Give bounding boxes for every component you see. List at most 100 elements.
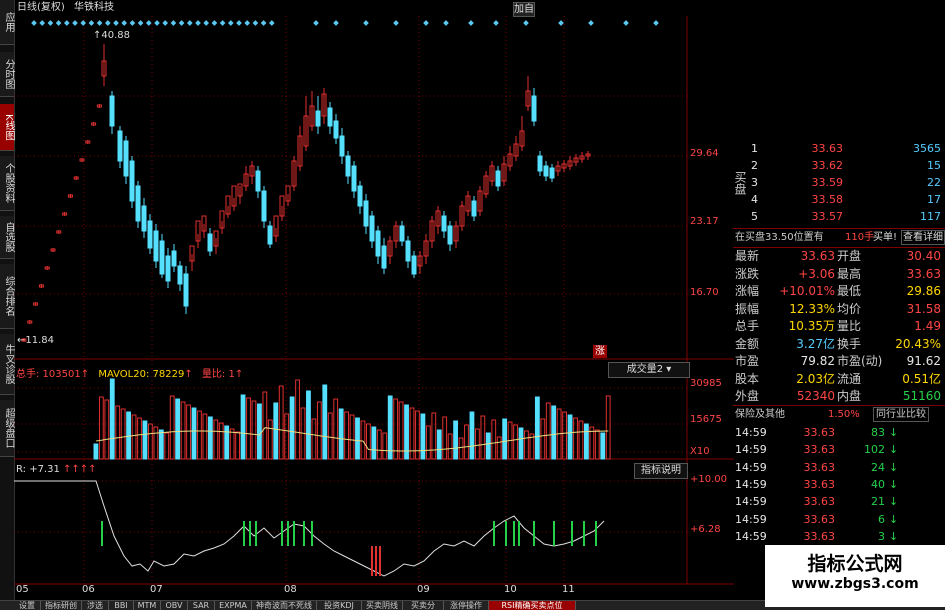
tick-price: 33.63 — [803, 460, 836, 474]
side-tab-intraday[interactable]: 分时图 — [0, 52, 14, 97]
side-tab-ranking[interactable]: 综合排名 — [0, 264, 14, 329]
quote-value: +10.01% — [779, 284, 835, 298]
book-level: 2 — [751, 159, 758, 172]
total-volume-value: 总手: 103501 — [16, 369, 81, 380]
book-volume: 15 — [927, 159, 941, 172]
event-diamond-icon — [443, 20, 449, 26]
volume-bar — [262, 391, 268, 460]
indicator-axis-label-1: +10.00 — [690, 474, 728, 485]
tick-price: 33.63 — [803, 426, 836, 439]
event-diamond-icon — [39, 20, 46, 26]
quote-label: 市盈(动) — [837, 354, 883, 368]
candlestick-series — [21, 44, 591, 342]
volume-bar — [376, 429, 382, 460]
volume-bar — [551, 405, 557, 460]
quote-value: 12.33% — [789, 301, 835, 316]
x-label: 07 — [150, 584, 163, 595]
volume-bar — [513, 424, 518, 460]
side-tab-diagnosis[interactable]: 牛叉诊股 — [0, 334, 14, 395]
book-price: 33.57 — [811, 210, 844, 223]
kline-chart[interactable] — [14, 16, 734, 601]
quote-row: 振幅 12.33% 均价 31.58 — [733, 301, 945, 318]
order-book-row[interactable]: 3 33.59 22 — [733, 174, 945, 191]
side-tab-stock-info[interactable]: 个股资料 — [0, 156, 14, 211]
book-volume: 3565 — [913, 142, 941, 155]
quote-panel: 买盘 1 33.63 3565 2 33.62 15 3 33.59 22 4 33.58 17 5 33… — [733, 140, 945, 600]
side-tab-watchlist[interactable]: 自选股 — [0, 216, 14, 259]
candle-body — [183, 273, 189, 307]
candle-body — [369, 215, 375, 242]
candle-body — [447, 225, 453, 245]
order-book-row[interactable]: 5 33.57 117 — [733, 208, 945, 225]
order-book-row[interactable]: 2 33.62 15 — [733, 157, 945, 174]
event-diamond-icon — [333, 20, 339, 26]
candle-body — [333, 120, 339, 139]
period-label[interactable]: 日线(复权) — [17, 2, 65, 13]
book-volume: 17 — [927, 193, 941, 206]
volume-bar — [584, 423, 589, 460]
candle-body — [543, 165, 549, 177]
event-diamond-icon — [268, 20, 275, 26]
volume-bar — [306, 390, 311, 460]
event-diamond-icon — [623, 20, 629, 26]
event-diamond-icon — [72, 20, 78, 26]
volume-bar — [338, 408, 344, 460]
volume-bar — [605, 395, 611, 460]
volume-indicator-select[interactable]: 成交量2 ▾ — [608, 362, 690, 378]
order-book-row[interactable]: 4 33.58 17 — [733, 191, 945, 208]
candle-body — [267, 225, 273, 245]
candle-body — [357, 185, 363, 207]
quote-label: 股本 — [735, 371, 760, 386]
down-arrow-icon: ↓ — [889, 512, 899, 526]
volume-bar — [469, 411, 475, 460]
volume-bar — [420, 413, 426, 460]
volume-bar — [186, 404, 191, 460]
watermark-url: www.zbgs3.com — [791, 576, 919, 592]
volume-bar — [98, 396, 104, 460]
industry-compare-button[interactable]: 同行业比较 — [873, 407, 929, 422]
event-diamond-icon — [236, 20, 242, 26]
event-diamond-icon — [80, 20, 87, 26]
volume-bar — [115, 405, 121, 460]
volume-bar — [267, 419, 273, 460]
tick-time: 14:59 — [735, 460, 767, 474]
x-label: 08 — [284, 584, 297, 595]
tick-price: 33.63 — [803, 529, 836, 543]
volume-bar — [109, 378, 115, 460]
candle-body — [549, 167, 555, 179]
side-tab-super-panel[interactable]: 超级盘口 — [0, 400, 14, 457]
event-diamond-icon — [113, 20, 119, 26]
candle-body — [441, 215, 447, 232]
indicator-explain-button[interactable]: 指标说明 — [634, 463, 688, 479]
x-label: 09 — [417, 584, 430, 595]
chart-title-bar: 日线(复权) 华铁科技 — [14, 0, 534, 16]
quote-label: 总手 — [735, 319, 760, 333]
volume-bar — [491, 419, 497, 460]
add-watchlist-button[interactable]: 加自 — [513, 2, 535, 17]
quote-value: 29.86 — [906, 284, 941, 298]
candle-body — [405, 240, 411, 262]
volume-bars — [93, 378, 611, 460]
volume-axis-label-2: 15675 — [690, 414, 722, 425]
candle-body — [537, 155, 543, 172]
side-tab-app[interactable]: 应用 — [0, 0, 14, 45]
tick-price: 33.63 — [803, 512, 836, 526]
stock-name: 华铁科技 — [74, 2, 114, 13]
mavol-value: MAVOL20: 78229 — [98, 369, 185, 380]
quote-label: 均价 — [837, 301, 862, 316]
volume-bar — [213, 419, 219, 460]
queue-info: 在买盘33.50位置有 110手 买单! 查看详细 — [735, 230, 945, 245]
side-tab-kline[interactable]: K线图 — [0, 104, 14, 151]
candle-body — [351, 165, 357, 192]
view-detail-button[interactable]: 查看详细 — [901, 230, 945, 245]
candle-body — [495, 170, 501, 187]
order-book-row[interactable]: 1 33.63 3565 — [733, 140, 945, 157]
volume-bar — [475, 428, 480, 460]
candle-body — [153, 230, 159, 262]
quote-value: 10.35万 — [788, 319, 835, 333]
down-arrow-icon: ↓ — [889, 495, 899, 509]
quote-row: 市盈 79.82 市盈(动) 91.62 — [733, 353, 945, 370]
book-price: 33.63 — [811, 142, 844, 155]
candle-body — [123, 140, 129, 177]
event-diamond-icon — [260, 20, 267, 26]
